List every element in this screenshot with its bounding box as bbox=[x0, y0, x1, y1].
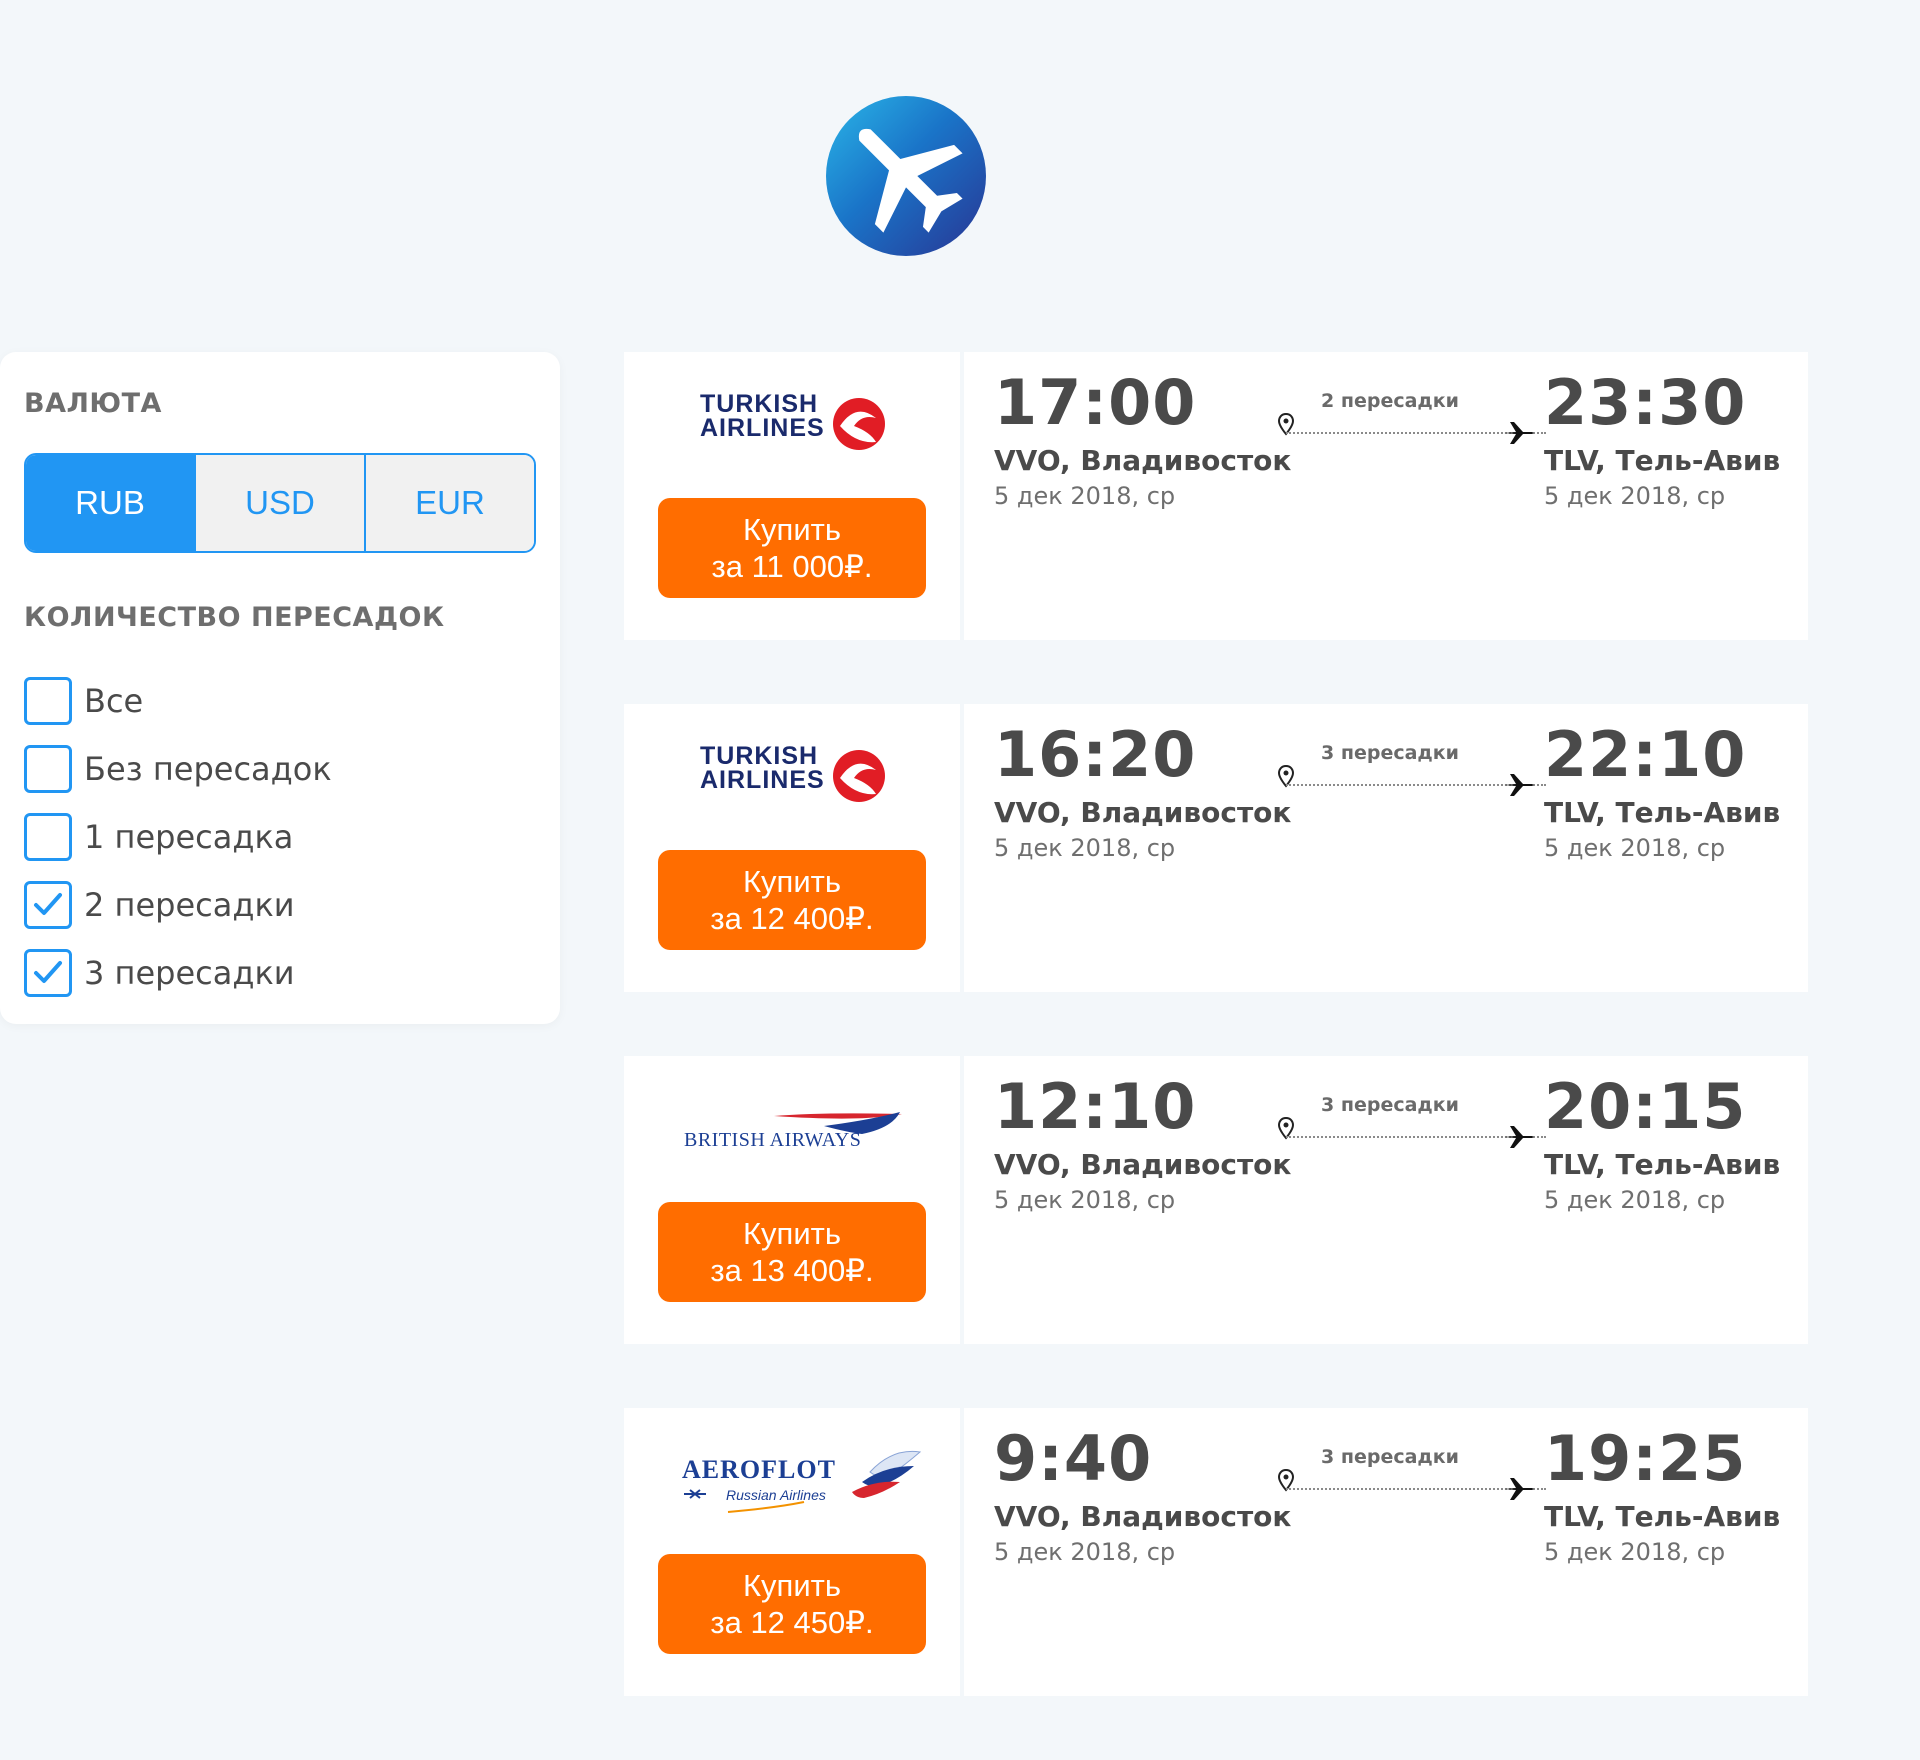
currency-rub-button[interactable]: RUB bbox=[26, 455, 196, 551]
stop-option-1[interactable]: 1 пересадка bbox=[24, 812, 293, 862]
buy-button[interactable]: Купить за 13 400₽. bbox=[658, 1202, 926, 1302]
stops-count: 3 пересадки bbox=[1321, 742, 1459, 764]
buy-label: Купить bbox=[742, 1568, 841, 1603]
arrival-time: 20:15 bbox=[1544, 1070, 1747, 1143]
ticket-route-section: 12:10 VVO, Владивосток 5 дек 2018, ср 3 … bbox=[964, 1056, 1808, 1344]
stops-count: 3 пересадки bbox=[1321, 1094, 1459, 1116]
buy-price: за 11 000₽. bbox=[711, 549, 873, 584]
location-pin-icon bbox=[1278, 1468, 1294, 1492]
stops-heading: КОЛИЧЕСТВО ПЕРЕСАДОК bbox=[24, 602, 445, 633]
filter-panel: ВАЛЮТА RUB USD EUR КОЛИЧЕСТВО ПЕРЕСАДОК … bbox=[0, 352, 560, 1024]
checkbox[interactable] bbox=[24, 745, 72, 793]
buy-price: за 12 450₽. bbox=[710, 1605, 874, 1640]
ticket-route-section: 9:40 VVO, Владивосток 5 дек 2018, ср 3 п… bbox=[964, 1408, 1808, 1696]
stop-option-label: Все bbox=[84, 682, 144, 720]
checkmark-icon bbox=[34, 893, 62, 915]
location-pin-icon bbox=[1278, 412, 1294, 436]
ticket-card: BRITISH AIRWAYS Купить за 13 400₽. 12:10… bbox=[624, 1056, 1808, 1344]
stop-option-2[interactable]: 2 пересадки bbox=[24, 880, 295, 930]
currency-heading: ВАЛЮТА bbox=[24, 388, 162, 419]
arrival-time: 23:30 bbox=[1544, 366, 1747, 439]
checkmark-icon bbox=[34, 961, 62, 983]
ticket-airline-section: TURKISH AIRLINES Купить за 12 400₽. bbox=[624, 704, 960, 992]
svg-text:Russian Airlines: Russian Airlines bbox=[726, 1487, 826, 1503]
location-pin-icon bbox=[1278, 1116, 1294, 1140]
checkbox-checked[interactable] bbox=[24, 949, 72, 997]
ticket-airline-section: AEROFLOT Russian Airlines Купить за 12 4… bbox=[624, 1408, 960, 1696]
arrival-city: TLV, Тель-Авив bbox=[1544, 1148, 1781, 1181]
arrival-city: TLV, Тель-Авив bbox=[1544, 796, 1781, 829]
ticket-card: TURKISH AIRLINES Купить за 12 400₽. 16:2… bbox=[624, 704, 1808, 992]
stops-count: 3 пересадки bbox=[1321, 1446, 1459, 1468]
departure-city: VVO, Владивосток bbox=[994, 796, 1292, 829]
ticket-card: TURKISH AIRLINES Купить за 11 000₽. 17:0… bbox=[624, 352, 1808, 640]
departure-time: 16:20 bbox=[994, 718, 1197, 791]
departure-date: 5 дек 2018, ср bbox=[994, 1538, 1176, 1566]
stop-option-label: 2 пересадки bbox=[84, 886, 295, 924]
buy-label: Купить bbox=[742, 1216, 841, 1251]
buy-button[interactable]: Купить за 11 000₽. bbox=[658, 498, 926, 598]
checkbox[interactable] bbox=[24, 677, 72, 725]
departure-time: 12:10 bbox=[994, 1070, 1197, 1143]
buy-price: за 13 400₽. bbox=[710, 1253, 874, 1288]
location-pin-icon bbox=[1278, 764, 1294, 788]
arrival-date: 5 дек 2018, ср bbox=[1544, 1186, 1726, 1214]
svg-text:AIRLINES: AIRLINES bbox=[700, 766, 825, 794]
arrival-city: TLV, Тель-Авив bbox=[1544, 444, 1781, 477]
departure-date: 5 дек 2018, ср bbox=[994, 482, 1176, 510]
svg-text:BRITISH AIRWAYS: BRITISH AIRWAYS bbox=[684, 1129, 861, 1151]
departure-city: VVO, Владивосток bbox=[994, 1148, 1292, 1181]
app-logo bbox=[826, 96, 986, 256]
buy-label: Купить bbox=[742, 512, 841, 547]
arrival-date: 5 дек 2018, ср bbox=[1544, 1538, 1726, 1566]
turkish-airlines-logo: TURKISH AIRLINES bbox=[700, 742, 885, 802]
stop-option-label: 1 пересадка bbox=[84, 818, 294, 856]
buy-label: Купить bbox=[742, 864, 841, 899]
plane-icon bbox=[1504, 422, 1534, 444]
currency-eur-button[interactable]: EUR bbox=[366, 455, 534, 551]
departure-time: 9:40 bbox=[994, 1422, 1153, 1495]
checkbox-checked[interactable] bbox=[24, 881, 72, 929]
buy-button[interactable]: Купить за 12 400₽. bbox=[658, 850, 926, 950]
departure-city: VVO, Владивосток bbox=[994, 1500, 1292, 1533]
stop-option-label: Без пересадок bbox=[84, 750, 332, 788]
departure-date: 5 дек 2018, ср bbox=[994, 1186, 1176, 1214]
arrival-city: TLV, Тель-Авив bbox=[1544, 1500, 1781, 1533]
stop-option-all[interactable]: Все bbox=[24, 676, 143, 726]
stop-option-3[interactable]: 3 пересадки bbox=[24, 948, 295, 998]
buy-price: за 12 400₽. bbox=[710, 901, 874, 936]
stops-count: 2 пересадки bbox=[1321, 390, 1459, 412]
ticket-route-section: 16:20 VVO, Владивосток 5 дек 2018, ср 3 … bbox=[964, 704, 1808, 992]
plane-icon bbox=[1504, 1126, 1534, 1148]
ticket-airline-section: TURKISH AIRLINES Купить за 11 000₽. bbox=[624, 352, 960, 640]
arrival-time: 19:25 bbox=[1544, 1422, 1747, 1495]
svg-text:AIRLINES: AIRLINES bbox=[700, 414, 825, 442]
currency-usd-button[interactable]: USD bbox=[196, 455, 366, 551]
stop-option-none[interactable]: Без пересадок bbox=[24, 744, 332, 794]
departure-time: 17:00 bbox=[994, 366, 1197, 439]
departure-city: VVO, Владивосток bbox=[994, 444, 1292, 477]
ticket-airline-section: BRITISH AIRWAYS Купить за 13 400₽. bbox=[624, 1056, 960, 1344]
airplane-icon bbox=[858, 128, 963, 233]
stop-option-label: 3 пересадки bbox=[84, 954, 295, 992]
ticket-card: AEROFLOT Russian Airlines Купить за 12 4… bbox=[624, 1408, 1808, 1696]
turkish-airlines-logo: TURKISH AIRLINES bbox=[700, 390, 885, 450]
arrival-date: 5 дек 2018, ср bbox=[1544, 834, 1726, 862]
aeroflot-logo: AEROFLOT Russian Airlines bbox=[682, 1450, 922, 1513]
british-airways-logo: BRITISH AIRWAYS bbox=[684, 1112, 902, 1151]
plane-icon bbox=[1504, 1478, 1534, 1500]
plane-icon bbox=[1504, 774, 1534, 796]
arrival-date: 5 дек 2018, ср bbox=[1544, 482, 1726, 510]
buy-button[interactable]: Купить за 12 450₽. bbox=[658, 1554, 926, 1654]
departure-date: 5 дек 2018, ср bbox=[994, 834, 1176, 862]
arrival-time: 22:10 bbox=[1544, 718, 1747, 791]
svg-text:AEROFLOT: AEROFLOT bbox=[682, 1455, 836, 1484]
ticket-route-section: 17:00 VVO, Владивосток 5 дек 2018, ср 2 … bbox=[964, 352, 1808, 640]
checkbox[interactable] bbox=[24, 813, 72, 861]
currency-switcher: RUB USD EUR bbox=[24, 453, 536, 553]
